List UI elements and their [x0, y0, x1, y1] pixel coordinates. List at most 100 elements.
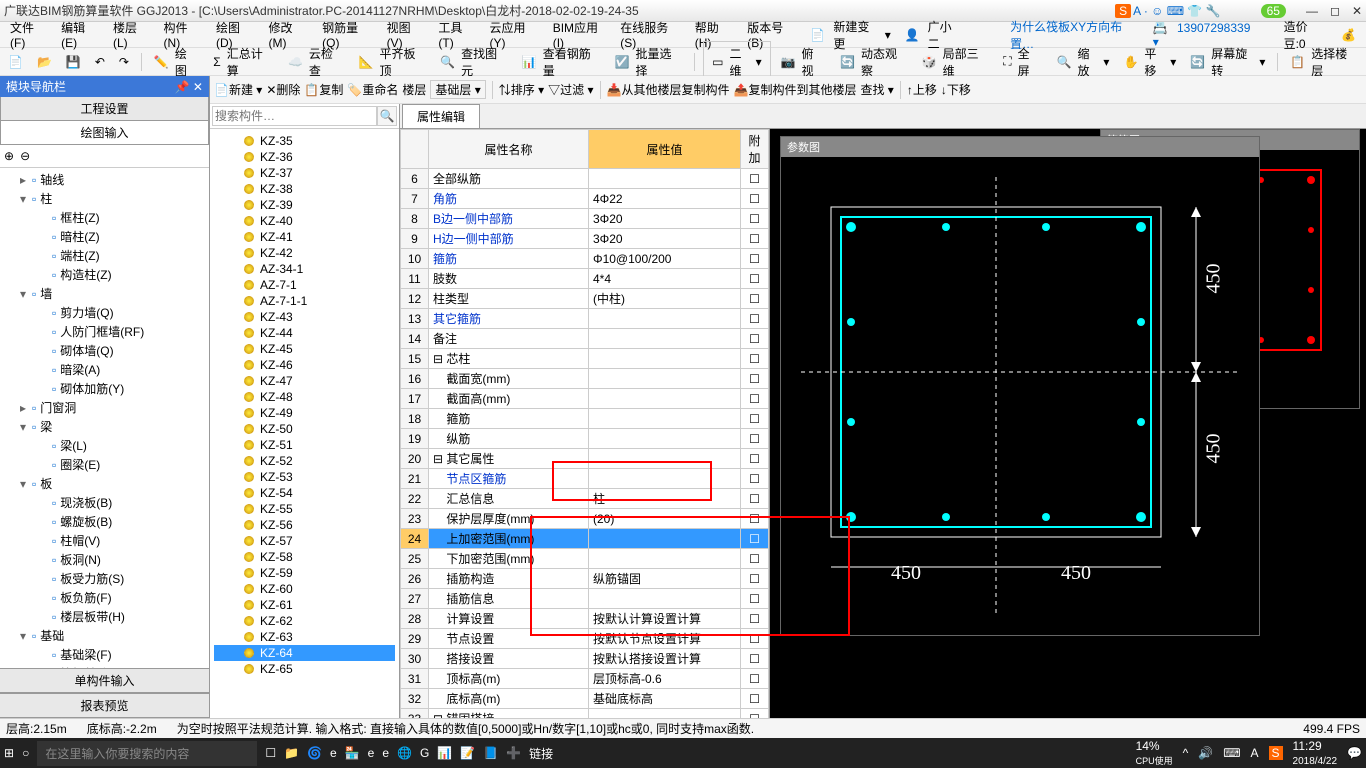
component-tree[interactable]: ▸▫ 轴线▾▫ 柱▫ 框柱(Z)▫ 暗柱(Z)▫ 端柱(Z)▫ 构造柱(Z)▾▫…	[0, 168, 209, 668]
tab-draw-input[interactable]: 绘图输入	[0, 121, 209, 145]
move-down-button[interactable]: ↓下移	[941, 81, 971, 98]
list-item[interactable]: KZ-44	[214, 325, 395, 341]
list-item[interactable]: KZ-49	[214, 405, 395, 421]
table-row[interactable]: 14备注☐	[401, 329, 769, 349]
tb-app-icon[interactable]: 📝	[460, 746, 475, 760]
list-item[interactable]: KZ-57	[214, 533, 395, 549]
list-item[interactable]: KZ-39	[214, 197, 395, 213]
list-item[interactable]: KZ-36	[214, 149, 395, 165]
new-icon[interactable]: 📄	[4, 53, 27, 71]
tree-item[interactable]: ▫ 圈梁(E)	[2, 455, 207, 474]
table-row[interactable]: 11肢数4*4☐	[401, 269, 769, 289]
tree-item[interactable]: ▾▫ 板	[2, 474, 207, 493]
list-item[interactable]: KZ-58	[214, 549, 395, 565]
tree-item[interactable]: ▾▫ 基础	[2, 626, 207, 645]
tree-item[interactable]: ▫ 楼层板带(H)	[2, 607, 207, 626]
close-icon[interactable]: ✕	[1352, 4, 1362, 18]
menu-file[interactable]: 文件(F)	[4, 17, 53, 52]
table-row[interactable]: 27 插筋信息☐	[401, 589, 769, 609]
rename-button[interactable]: 🏷️重命名	[347, 81, 398, 98]
table-row[interactable]: 13其它箍筋☐	[401, 309, 769, 329]
nav-pin-icon[interactable]: 📌 ✕	[175, 80, 203, 94]
filter-button[interactable]: ▽过滤 ▾	[548, 81, 593, 98]
list-item[interactable]: KZ-37	[214, 165, 395, 181]
list-item[interactable]: KZ-40	[214, 213, 395, 229]
list-item[interactable]: KZ-45	[214, 341, 395, 357]
list-item[interactable]: KZ-55	[214, 501, 395, 517]
tree-item[interactable]: ▫ 暗柱(Z)	[2, 227, 207, 246]
list-item[interactable]: KZ-38	[214, 181, 395, 197]
list-item[interactable]: KZ-62	[214, 613, 395, 629]
list-item[interactable]: KZ-42	[214, 245, 395, 261]
list-item[interactable]: AZ-34-1	[214, 261, 395, 277]
find-button[interactable]: 查找 ▾	[860, 81, 893, 98]
tb-app-icon[interactable]: e	[368, 746, 375, 760]
tb-app-icon[interactable]: e	[382, 746, 389, 760]
tb-app-icon[interactable]: 🌐	[397, 746, 412, 760]
table-row[interactable]: 10箍筋Φ10@100/200☐	[401, 249, 769, 269]
table-row[interactable]: 6全部纵筋☐	[401, 169, 769, 189]
menu-edit[interactable]: 编辑(E)	[55, 17, 105, 52]
tree-item[interactable]: ▾▫ 梁	[2, 417, 207, 436]
tray-icon[interactable]: A	[1251, 746, 1259, 760]
tb-app-icon[interactable]: 📁	[284, 746, 299, 760]
table-row[interactable]: 9H边一侧中部筋3Φ20☐	[401, 229, 769, 249]
table-row[interactable]: 19 纵筋☐	[401, 429, 769, 449]
tray-icon[interactable]: 🔊	[1198, 746, 1213, 760]
tree-item[interactable]: ▫ 砌体墙(Q)	[2, 341, 207, 360]
tree-item[interactable]: ▫ 现浇板(B)	[2, 493, 207, 512]
list-item[interactable]: AZ-7-1	[214, 277, 395, 293]
taskview-icon[interactable]: ☐	[265, 746, 276, 760]
tb-app-icon[interactable]: G	[420, 746, 429, 760]
menu-floor[interactable]: 楼层(L)	[107, 17, 156, 52]
list-item[interactable]: AZ-7-1-1	[214, 293, 395, 309]
table-row[interactable]: 15⊟ 芯柱☐	[401, 349, 769, 369]
tb-link[interactable]: 链接	[529, 745, 553, 762]
tree-item[interactable]: ▫ 剪力墙(Q)	[2, 303, 207, 322]
save-icon[interactable]: 💾	[62, 53, 85, 71]
tb-app-icon[interactable]: 🏪	[345, 746, 360, 760]
tree-item[interactable]: ▫ 暗梁(A)	[2, 360, 207, 379]
tray-icon[interactable]: ^	[1183, 746, 1189, 760]
table-row[interactable]: 30 搭接设置按默认搭接设置计算☐	[401, 649, 769, 669]
open-icon[interactable]: 📂	[33, 53, 56, 71]
delete-button[interactable]: ✕删除	[266, 81, 300, 98]
tree-item[interactable]: ▫ 板洞(N)	[2, 550, 207, 569]
move-up-button[interactable]: ↑上移	[907, 81, 937, 98]
list-item[interactable]: KZ-60	[214, 581, 395, 597]
tree-item[interactable]: ▫ 板负筋(F)	[2, 588, 207, 607]
tree-item[interactable]: ▫ 螺旋板(B)	[2, 512, 207, 531]
tree-item[interactable]: ▸▫ 轴线	[2, 170, 207, 189]
list-item[interactable]: KZ-65	[214, 661, 395, 677]
start-icon[interactable]: ⊞	[4, 746, 14, 760]
new-button[interactable]: 📄新建 ▾	[214, 81, 262, 98]
ime-tray-icon[interactable]: S	[1269, 746, 1283, 760]
layer-dropdown[interactable]: 基础层 ▾	[430, 80, 485, 99]
list-item[interactable]: KZ-51	[214, 437, 395, 453]
copy-from-button[interactable]: 📥从其他楼层复制构件	[607, 81, 730, 98]
table-row[interactable]: 28 计算设置按默认计算设置计算☐	[401, 609, 769, 629]
tree-item[interactable]: ▫ 梁(L)	[2, 436, 207, 455]
table-row[interactable]: 17 截面高(mm)☐	[401, 389, 769, 409]
tree-item[interactable]: ▫ 砌体加筋(Y)	[2, 379, 207, 398]
table-row[interactable]: 29 节点设置按默认节点设置计算☐	[401, 629, 769, 649]
table-row[interactable]: 18 箍筋☐	[401, 409, 769, 429]
expand-icon[interactable]: ⊕	[4, 149, 14, 163]
table-row[interactable]: 25 下加密范围(mm)☐	[401, 549, 769, 569]
tree-item[interactable]: ▫ 端柱(Z)	[2, 246, 207, 265]
table-row[interactable]: 26 插筋构造纵筋锚固☐	[401, 569, 769, 589]
redo-icon[interactable]: ↷	[115, 53, 133, 71]
search-input[interactable]	[212, 106, 377, 126]
undo-icon[interactable]: ↶	[91, 53, 109, 71]
tree-item[interactable]: ▾▫ 柱	[2, 189, 207, 208]
list-item[interactable]: KZ-35	[214, 133, 395, 149]
table-row[interactable]: 12柱类型(中柱)☐	[401, 289, 769, 309]
table-row[interactable]: 33⊟ 锚固搭接☐	[401, 709, 769, 719]
tray-icon[interactable]: ⌨	[1223, 746, 1240, 760]
table-row[interactable]: 8B边一侧中部筋3Φ20☐	[401, 209, 769, 229]
list-item[interactable]: KZ-53	[214, 469, 395, 485]
tab-project-settings[interactable]: 工程设置	[0, 97, 209, 121]
search-button[interactable]: 🔍	[377, 106, 397, 126]
list-item[interactable]: KZ-48	[214, 389, 395, 405]
param-preview[interactable]: 参数图 450 450 450 45	[780, 136, 1260, 636]
